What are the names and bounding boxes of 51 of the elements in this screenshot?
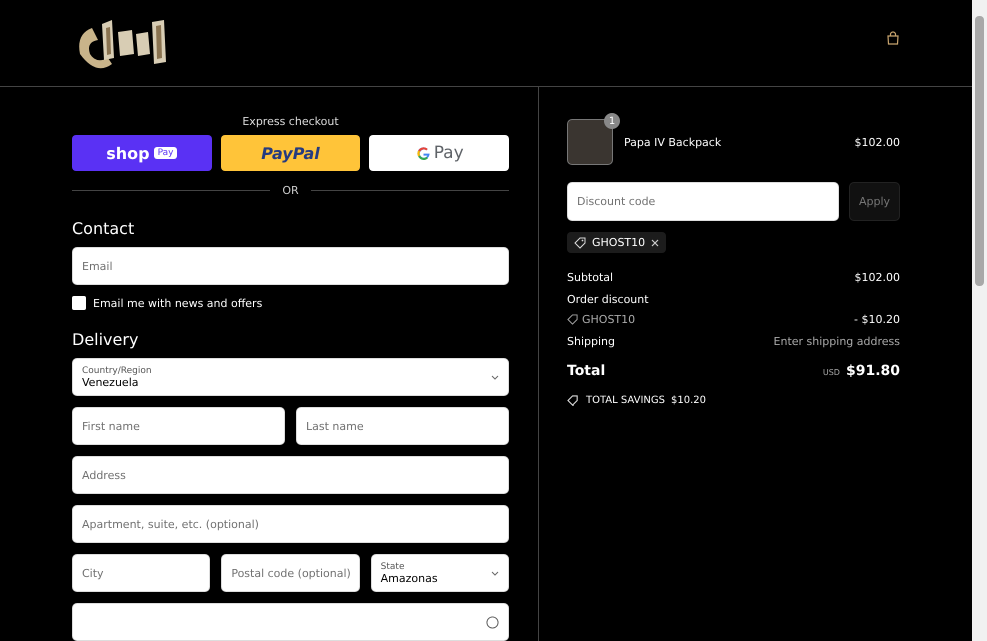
- field-value: Venezuela: [82, 376, 140, 388]
- tag-icon: [567, 314, 578, 324]
- discount-tag-label: GHOST10: [592, 236, 646, 249]
- chevron-down-icon: [491, 374, 499, 380]
- google-pay-button[interactable]: Pay: [369, 135, 510, 171]
- discount-code-label: GHOST10: [582, 312, 636, 326]
- select-field[interactable]: Country/Region Venezuela: [72, 358, 509, 396]
- summary-value: $102.00: [854, 270, 900, 284]
- summary-label: Order discount: [567, 292, 649, 306]
- scrollbar[interactable]: [972, 0, 987, 641]
- google-g-icon: [414, 144, 432, 162]
- shop-pay-button[interactable]: shop Pay: [72, 135, 212, 171]
- text-field[interactable]: Address: [72, 456, 509, 494]
- discount-code-field[interactable]: Discount code: [567, 182, 839, 221]
- currency-label: USD: [822, 368, 840, 377]
- tags-icon: [567, 395, 580, 406]
- text-field[interactable]: City: [72, 554, 210, 592]
- summary-value: Enter shipping address: [774, 334, 900, 348]
- delivery-heading: Delivery: [72, 330, 140, 349]
- apply-button[interactable]: Apply: [849, 182, 900, 221]
- chevron-down-icon: [490, 570, 499, 576]
- close-icon[interactable]: [651, 238, 660, 246]
- quantity-badge: 1: [604, 113, 620, 129]
- text-field[interactable]: Postal code (optional): [221, 554, 360, 592]
- field-label: Country/Region: [82, 366, 152, 376]
- paypal-button[interactable]: PayPal: [220, 135, 360, 171]
- savings-value: $10.20: [671, 395, 706, 406]
- shopping-bag-icon[interactable]: [886, 31, 900, 45]
- savings-label: TOTAL SAVINGS: [586, 395, 666, 406]
- total-value: $91.80: [846, 363, 900, 379]
- summary-label: Shipping: [567, 334, 615, 348]
- select-field[interactable]: State Amazonas: [370, 554, 509, 592]
- newsletter-checkbox[interactable]: [72, 296, 86, 310]
- newsletter-label: Email me with news and offers: [93, 296, 262, 310]
- help-icon[interactable]: [486, 616, 499, 628]
- text-field[interactable]: Apartment, suite, etc. (optional): [72, 505, 509, 543]
- express-checkout-title: Express checkout: [241, 115, 340, 128]
- email-field[interactable]: Email: [72, 247, 509, 285]
- product-price: $102.00: [854, 136, 900, 148]
- product-name: Papa IV Backpack: [624, 136, 722, 148]
- field-value: Amazonas: [380, 572, 438, 584]
- text-field[interactable]: Last name: [296, 407, 509, 445]
- tag-icon: [574, 236, 586, 248]
- or-divider-label: OR: [282, 184, 299, 197]
- phone-field[interactable]: [72, 603, 509, 641]
- field-label: State: [380, 562, 406, 572]
- total-label: Total: [567, 363, 606, 379]
- summary-value: - $10.20: [854, 312, 900, 326]
- contact-heading: Contact: [72, 219, 136, 238]
- text-field[interactable]: First name: [72, 407, 285, 445]
- summary-label: Subtotal: [567, 270, 614, 284]
